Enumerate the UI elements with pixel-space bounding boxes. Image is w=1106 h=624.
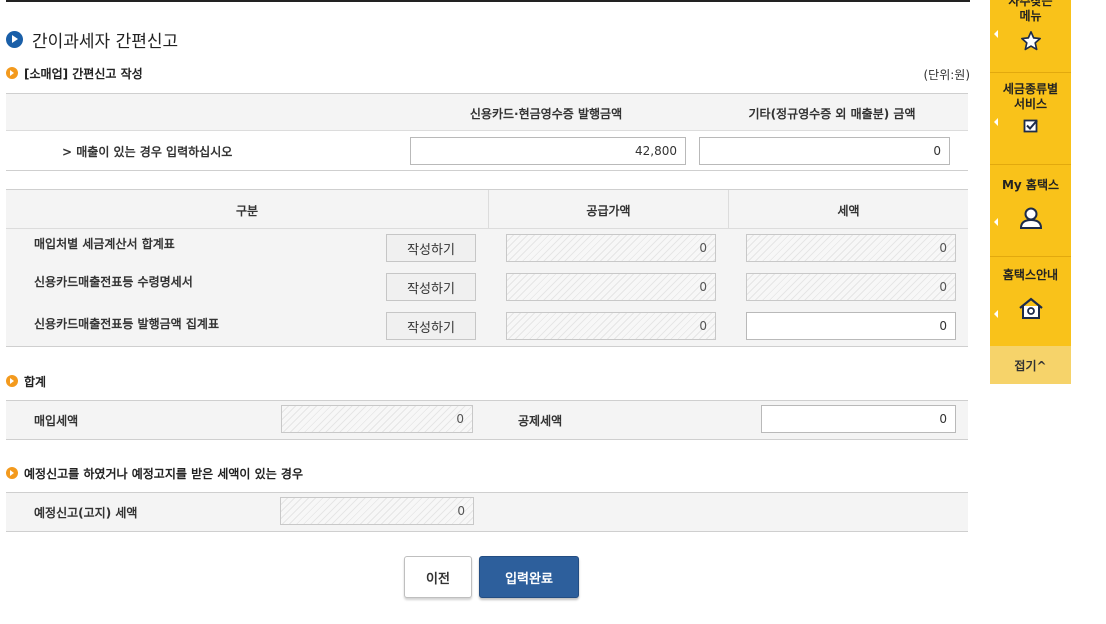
checkbox-icon (1023, 119, 1038, 133)
prelim-section-title-text: 예정신고를 하였거나 예정고지를 받은 세액이 있는 경우 (24, 466, 303, 481)
quick-tax-services-label-1: 세금종류별 (1002, 82, 1059, 96)
quick-arrow-icon (994, 118, 998, 126)
quick-hometax-guide-label: 홈택스안내 (1002, 268, 1059, 282)
prelim-tax-label: 예정신고(고지) 세액 (34, 505, 138, 520)
card-receipt-tax-field: 0 (746, 273, 956, 301)
quick-divider (990, 256, 1071, 257)
write-card-receipt-button[interactable]: 작성하기 (386, 273, 476, 301)
quick-my-hometax-label: My 홈택스 (1001, 178, 1060, 192)
home-guide-icon (1018, 297, 1043, 319)
other-amount-input[interactable]: 0 (699, 137, 950, 165)
quick-favorites[interactable]: 자주찾는 메뉴 (990, 0, 1071, 68)
detail-row-label: 신용카드매출전표등 발행금액 집계표 (34, 316, 219, 331)
detail-table-header: 구분 공급가액 세액 (6, 189, 968, 230)
quick-favorites-label-1: 자주찾는 (1008, 0, 1053, 8)
sales-table-header: 신용카드·현금영수증 발행금액 기타(정규영수증 외 매출분) 금액 (6, 93, 968, 131)
quick-hometax-guide[interactable]: 홈택스안내 (990, 266, 1071, 342)
top-divider (6, 0, 970, 2)
purchase-invoice-tax-field: 0 (746, 234, 956, 262)
prelim-tax-field: 0 (280, 497, 474, 525)
quick-tax-services-label-2: 서비스 (1013, 97, 1048, 111)
quick-fold-button[interactable]: 접기^ (990, 346, 1071, 384)
page-title: 간이과세자 간편신고 (6, 28, 179, 52)
submit-button[interactable]: 입력완료 (479, 556, 579, 598)
col-card-header: 신용카드·현금영수증 발행금액 (469, 106, 623, 121)
prev-button[interactable]: 이전 (404, 556, 472, 598)
card-receipt-supply-field: 0 (506, 273, 716, 301)
quick-arrow-icon (994, 218, 998, 226)
card-issue-supply-field: 0 (506, 312, 716, 340)
quick-my-hometax[interactable]: My 홈택스 (990, 176, 1071, 252)
card-amount-input[interactable]: 42,800 (410, 137, 686, 165)
deduction-tax-input[interactable]: 0 (761, 405, 956, 433)
col-supply-header: 공급가액 (488, 190, 728, 230)
sales-input-row: > 매출이 있는 경우 입력하십시오 42,800 0 (6, 131, 968, 171)
sales-section-title: [소매업] 간편신고 작성 (6, 64, 143, 82)
section-bullet-icon (6, 67, 18, 79)
col-other-header: 기타(정규영수증 외 매출분) 금액 (748, 106, 916, 121)
total-section-title: 합계 (6, 372, 46, 390)
title-bullet-icon (6, 30, 23, 48)
quick-divider (990, 72, 1071, 73)
purchase-tax-field: 0 (281, 405, 473, 433)
page-title-text: 간이과세자 간편신고 (32, 31, 179, 52)
user-icon (1019, 207, 1042, 229)
purchase-tax-label: 매입세액 (34, 413, 79, 428)
quick-arrow-icon (994, 310, 998, 318)
write-card-issue-summary-button[interactable]: 작성하기 (386, 312, 476, 340)
detail-row-label: 신용카드매출전표등 수령명세서 (34, 274, 193, 289)
col-category-header: 구분 (235, 203, 259, 218)
detail-table-body: 매입처별 세금계산서 합계표 작성하기 0 0 신용카드매출전표등 수령명세서 … (6, 229, 968, 347)
total-section-title-text: 합계 (24, 374, 47, 389)
quick-menu: 자주찾는 메뉴 세금종류별 서비스 My 홈택스 홈택스안내 접기^ (990, 0, 1071, 384)
deduction-tax-label: 공제세액 (518, 413, 563, 428)
purchase-invoice-supply-field: 0 (506, 234, 716, 262)
section-bullet-icon (6, 467, 18, 479)
quick-divider (990, 164, 1071, 165)
card-issue-tax-input[interactable]: 0 (746, 312, 956, 340)
quick-favorites-label-2: 메뉴 (1019, 9, 1042, 23)
sales-section-title-text: [소매업] 간편신고 작성 (24, 66, 143, 81)
quick-tax-services[interactable]: 세금종류별 서비스 (990, 82, 1071, 158)
unit-label: (단위:원) (923, 68, 970, 82)
section-bullet-icon (6, 375, 18, 387)
prelim-row: 예정신고(고지) 세액 0 (6, 492, 968, 532)
write-purchase-invoice-button[interactable]: 작성하기 (386, 234, 476, 262)
quick-arrow-icon (994, 30, 998, 38)
star-icon (1020, 31, 1041, 51)
col-tax-header: 세액 (728, 190, 968, 230)
total-row: 매입세액 0 공제세액 0 (6, 400, 968, 440)
detail-row-label: 매입처별 세금계산서 합계표 (34, 236, 175, 251)
sales-row-label: > 매출이 있는 경우 입력하십시오 (62, 144, 233, 159)
prelim-section-title: 예정신고를 하였거나 예정고지를 받은 세액이 있는 경우 (6, 464, 303, 482)
